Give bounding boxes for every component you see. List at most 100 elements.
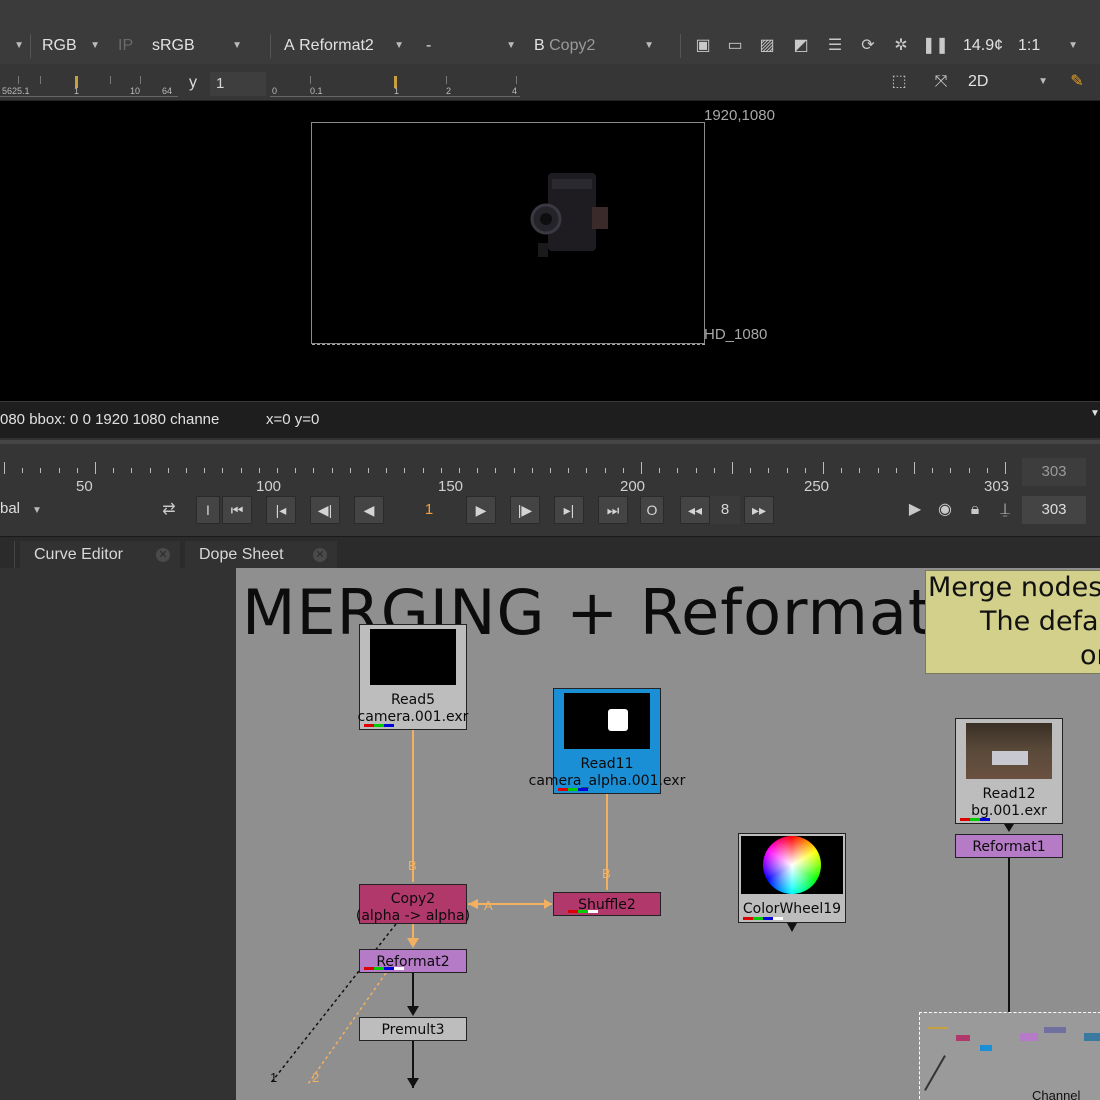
pipe-label-b: B <box>602 866 611 881</box>
play-forward-icon[interactable]: ▶ <box>466 496 496 524</box>
minimap-node <box>980 1045 992 1051</box>
timeline-tick <box>968 468 970 473</box>
reformat1-node[interactable]: Reformat1 <box>955 834 1063 858</box>
timeline-tick <box>204 468 206 473</box>
in-point-button[interactable]: I <box>196 496 220 524</box>
out-point-button[interactable]: O <box>640 496 664 524</box>
forward-increment-icon[interactable]: ▸▸ <box>744 496 774 524</box>
chevron-down-icon: ▼ <box>232 40 242 51</box>
minimap-pipe <box>924 1055 946 1091</box>
node-name: Reformat1 <box>972 839 1046 855</box>
channels-dropdown[interactable]: RGB ▼ <box>36 34 104 58</box>
transform-icon[interactable]: ⤧ <box>930 72 952 92</box>
scale-value: 1:1 <box>1018 37 1041 54</box>
stripes-icon[interactable]: ▨ <box>756 36 778 56</box>
colorspace-dropdown[interactable]: sRGB ▼ <box>146 34 246 58</box>
overscan-icon[interactable]: ▭ <box>724 36 746 56</box>
play-backward-icon[interactable]: ◀ <box>354 496 384 524</box>
step-back-icon[interactable]: ◀| <box>310 496 340 524</box>
refresh-icon[interactable]: ⟳ <box>857 36 879 56</box>
chevron-down-icon[interactable]: ▼ <box>1090 396 1100 432</box>
settings-icon[interactable]: ✲ <box>890 36 912 56</box>
scale-dropdown[interactable]: 1:1 ▼ <box>1012 34 1082 58</box>
step-forward-icon[interactable]: |▶ <box>510 496 540 524</box>
alpha-shape <box>608 709 628 731</box>
arrow-icon <box>407 1078 419 1088</box>
input-b-dropdown[interactable]: B Copy2 ▼ <box>528 34 658 58</box>
frame-label: 150 <box>438 478 464 495</box>
timeline-tick <box>950 468 952 473</box>
last-frame-icon[interactable]: ⏭ <box>598 496 628 524</box>
node-graph[interactable]: MERGING + Reformat Merge nodes The defa … <box>236 568 1100 1100</box>
timeline-tick <box>131 468 133 473</box>
tick-container <box>0 444 1014 492</box>
ruler-label: 1 <box>74 86 80 96</box>
channel-set-dropdown[interactable]: ▼ <box>0 34 28 58</box>
range-icon[interactable]: ⍊ <box>994 500 1016 520</box>
lines-icon[interactable]: ☰ <box>824 36 846 56</box>
node-name: Read5 <box>390 692 436 708</box>
lock-icon[interactable]: 🔒︎ <box>964 500 986 520</box>
close-icon[interactable]: ✕ <box>313 548 327 562</box>
premult3-node[interactable]: Premult3 <box>359 1017 467 1041</box>
chevron-down-icon: ▼ <box>32 505 42 516</box>
next-keyframe-icon[interactable]: ▸| <box>554 496 584 524</box>
timeline-tick <box>222 468 224 473</box>
close-icon[interactable]: ✕ <box>156 548 170 562</box>
gamma-slider[interactable]: 0 0.1 1 2 4 <box>270 72 520 97</box>
zoom-field[interactable]: 14.9¢ <box>957 34 1009 58</box>
loop-icon[interactable]: ⇄ <box>158 500 180 520</box>
timeline-tick <box>513 468 515 473</box>
roi-icon[interactable]: ▣ <box>692 36 714 56</box>
reformat2-node[interactable]: Reformat2 <box>359 949 467 973</box>
timeline-ruler[interactable]: 50 100 150 200 250 303 <box>0 444 1014 495</box>
node-name: Premult3 <box>381 1022 445 1038</box>
view-mode-dropdown[interactable]: 2D ▼ <box>962 70 1052 94</box>
frame-label: 50 <box>76 478 93 495</box>
timeline-tick <box>149 468 151 473</box>
read11-node[interactable]: Read11 camera_alpha.001.exr <box>529 688 685 794</box>
gamma-field[interactable]: 1 <box>210 72 266 96</box>
ruler-label: 1 <box>394 86 400 96</box>
color-picker-icon[interactable]: ✎ <box>1066 72 1088 92</box>
tab-dope-sheet[interactable]: Dope Sheet ✕ <box>185 541 337 569</box>
rewind-increment-icon[interactable]: ◂◂ <box>680 496 710 524</box>
wipe-operation-dropdown[interactable]: - ▼ <box>420 34 520 58</box>
copy2-node[interactable]: Copy2 (alpha -> alpha) <box>356 884 470 924</box>
arrow-icon <box>407 938 419 948</box>
end-frame-bottom[interactable]: 303 <box>1022 496 1086 524</box>
pause-icon[interactable]: ❚❚ <box>922 36 949 56</box>
viewer-info-bar: 080 bbox: 0 0 1920 1080 channe x=0 y=0 ▼ <box>0 401 1100 438</box>
gain-slider[interactable]: 5625.1 1 10 64 <box>0 72 178 97</box>
footer-label: Channel <box>1032 1088 1081 1100</box>
flipbook-icon[interactable]: ▶ <box>904 500 926 520</box>
colorwheel19-node[interactable]: ColorWheel19 <box>738 833 846 923</box>
current-frame-field[interactable]: 1 <box>398 496 460 524</box>
minimap-node <box>956 1035 970 1041</box>
pipe-dotted-1 <box>269 923 397 1085</box>
channels-value: RGB <box>42 37 77 54</box>
shuffle2-node[interactable]: Shuffle2 <box>553 892 661 916</box>
increment-field[interactable]: 8 <box>710 496 740 524</box>
tab-curve-editor[interactable]: Curve Editor ✕ <box>20 541 180 569</box>
timeline-tick <box>859 468 861 473</box>
channel-bar <box>743 917 783 920</box>
range-mode-dropdown[interactable]: bal ▼ <box>0 500 42 517</box>
graph-minimap[interactable] <box>919 1012 1100 1100</box>
read5-node[interactable]: Read5 camera.001.exr <box>358 624 468 730</box>
arrow-icon <box>787 923 797 932</box>
tab-node-graph[interactable] <box>0 541 15 569</box>
input-a-dropdown[interactable]: A Reformat2 ▼ <box>278 34 408 58</box>
read12-node[interactable]: Read12 bg.001.exr <box>955 718 1063 824</box>
minimap-node <box>928 1027 948 1029</box>
clipping-icon[interactable]: ◩ <box>790 36 812 56</box>
cursor-coords: x=0 y=0 <box>266 411 320 428</box>
first-frame-icon[interactable]: ⏮ <box>222 496 252 524</box>
prev-keyframe-icon[interactable]: |◂ <box>266 496 296 524</box>
ruler-label: 0 <box>272 86 278 96</box>
ip-button[interactable]: IP <box>112 34 142 58</box>
region-select-icon[interactable]: ⬚ <box>888 72 910 92</box>
timeline-tick <box>349 468 351 473</box>
end-frame-top[interactable]: 303 <box>1022 458 1086 486</box>
record-icon[interactable]: ◉ <box>934 500 956 520</box>
